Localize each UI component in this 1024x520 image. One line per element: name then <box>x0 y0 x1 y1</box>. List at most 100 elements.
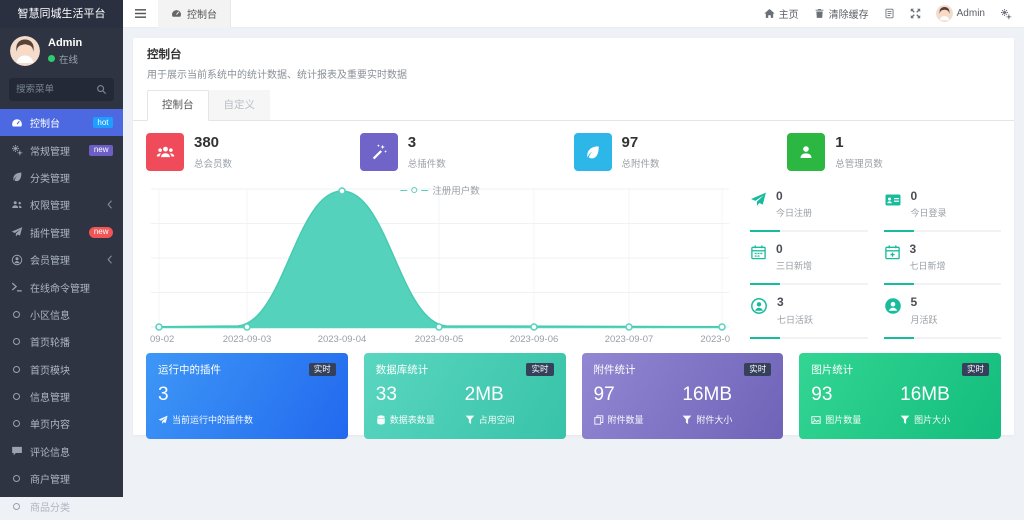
card-value2: 16MB <box>682 384 771 406</box>
chart-legend[interactable]: 注册用户数 <box>400 183 480 197</box>
sidebar-item-merchant[interactable]: 商户管理 <box>0 465 123 492</box>
leaf-icon <box>10 171 23 183</box>
sidebar-search <box>9 78 114 101</box>
sidebar-item-terminal[interactable]: 在线命令管理 <box>0 273 123 300</box>
sidebar-item-category[interactable]: 分类管理 <box>0 164 123 191</box>
stat-value: 3 <box>408 135 446 152</box>
realtime-badge: 实时 <box>962 363 989 376</box>
page-subtitle: 用于展示当前系统中的统计数据、统计报表及重要实时数据 <box>147 66 1000 81</box>
user-circle-icon <box>10 254 23 266</box>
mini-label: 三日新增 <box>776 259 812 272</box>
sidebar-item-home-carousel[interactable]: 首页轮播 <box>0 328 123 355</box>
sidebar-item-plugin[interactable]: 插件管理 new <box>0 219 123 246</box>
mini-stat-3day-new: 0 三日新增 <box>750 236 868 285</box>
tab-custom[interactable]: 自定义 <box>209 90 271 120</box>
sidebar-item-label: 分类管理 <box>30 170 70 185</box>
card-title: 图片统计 <box>811 362 853 377</box>
paper-plane-icon <box>10 226 23 238</box>
sidebar-item-label: 信息管理 <box>30 389 70 404</box>
sidebar-item-home-module[interactable]: 首页模块 <box>0 356 123 383</box>
mini-stat-today-login: 0 今日登录 <box>884 183 1002 232</box>
stat-total-admins: 1 总管理员数 <box>787 133 1001 171</box>
users-icon <box>10 199 23 211</box>
sidebar: 智慧同城生活平台 Admin 在线 <box>0 0 123 497</box>
card-value: 3 <box>158 384 250 406</box>
card-value2: 2MB <box>465 384 554 406</box>
hamburger-menu-icon[interactable] <box>123 8 158 19</box>
calendar-plus-icon <box>884 244 901 272</box>
avatar <box>936 5 953 22</box>
sidebar-item-member[interactable]: 会员管理 <box>0 246 123 273</box>
legend-line-icon <box>421 190 428 191</box>
user-name: Admin <box>957 8 985 19</box>
x-tick: 2023-09-03 <box>223 334 272 345</box>
hot-badge: hot <box>93 117 113 128</box>
card-value: 93 <box>811 384 900 406</box>
fullscreen-icon[interactable] <box>910 8 921 19</box>
x-tick: 2023-09-07 <box>605 334 654 345</box>
sidebar-item-info[interactable]: 信息管理 <box>0 383 123 410</box>
copy-icon <box>594 415 604 425</box>
circle-icon <box>10 338 23 345</box>
nav-tab-console[interactable]: 控制台 <box>158 0 231 28</box>
home-icon <box>764 8 775 19</box>
legend-marker-icon <box>411 187 417 193</box>
trash-icon <box>814 8 825 19</box>
sidebar-item-label: 单页内容 <box>30 416 70 431</box>
search-icon[interactable] <box>96 84 107 95</box>
settings-gears-icon[interactable] <box>1000 8 1012 20</box>
filter-icon <box>682 415 692 425</box>
stat-label: 总附件数 <box>622 156 660 170</box>
mini-value: 0 <box>776 243 812 256</box>
database-icon <box>376 415 386 425</box>
sidebar-item-label: 小区信息 <box>30 307 70 322</box>
card-attachment-stats: 附件统计 实时 97 16MB 附件数量 <box>582 353 784 439</box>
x-tick: 2023-09-04 <box>318 334 367 345</box>
mini-stat-7day-new: 3 七日新增 <box>884 236 1002 285</box>
new-badge: new <box>89 227 113 238</box>
home-link[interactable]: 主页 <box>764 6 799 21</box>
calendar-icon <box>750 244 767 272</box>
realtime-badge: 实时 <box>526 363 553 376</box>
sidebar-item-single-page[interactable]: 单页内容 <box>0 410 123 437</box>
sidebar-item-console[interactable]: 控制台 hot <box>0 109 123 136</box>
user-menu[interactable]: Admin <box>936 5 985 22</box>
circle-icon <box>10 420 23 427</box>
user-name: Admin <box>48 37 82 49</box>
realtime-badge: 实时 <box>744 363 771 376</box>
user-status-label: 在线 <box>59 52 78 66</box>
registered-users-chart[interactable]: 注册用户数 <box>146 181 734 349</box>
language-icon[interactable] <box>884 8 895 19</box>
sidebar-item-community[interactable]: 小区信息 <box>0 301 123 328</box>
mini-label: 七日活跃 <box>777 313 813 326</box>
mini-value: 0 <box>911 190 947 203</box>
tab-console[interactable]: 控制台 <box>147 90 209 121</box>
mini-value: 0 <box>776 190 812 203</box>
mini-stat-today-register: 0 今日注册 <box>750 183 868 232</box>
mini-label: 今日注册 <box>776 206 812 219</box>
mini-label: 今日登录 <box>911 206 947 219</box>
sidebar-item-label: 插件管理 <box>30 225 70 240</box>
mini-value: 5 <box>911 296 938 309</box>
card-foot-label: 附件大小 <box>696 413 732 426</box>
panel-tabs: 控制台 自定义 <box>133 90 1014 121</box>
sidebar-item-label: 控制台 <box>30 115 60 130</box>
sidebar-item-comments[interactable]: 评论信息 <box>0 438 123 465</box>
search-input[interactable] <box>16 84 96 95</box>
filter-icon <box>465 415 475 425</box>
area-chart-svg: 09-02 2023-09-03 2023-09-04 2023-09-05 2… <box>146 181 734 349</box>
sidebar-item-permission[interactable]: 权限管理 <box>0 191 123 218</box>
sidebar-user-panel[interactable]: Admin 在线 <box>0 28 123 72</box>
clear-cache-button[interactable]: 清除缓存 <box>814 6 869 21</box>
sidebar-item-general[interactable]: 常规管理 new <box>0 136 123 163</box>
id-card-icon <box>884 191 902 219</box>
sidebar-item-label: 常规管理 <box>30 143 70 158</box>
x-tick: 2023-09-06 <box>510 334 559 345</box>
sidebar-item-label: 商品分类 <box>30 499 70 514</box>
chevron-left-icon <box>107 255 113 264</box>
circle-icon <box>10 475 23 482</box>
card-foot-label: 占用空间 <box>479 413 515 426</box>
console-panel: 控制台 用于展示当前系统中的统计数据、统计报表及重要实时数据 控制台 自定义 3… <box>133 38 1014 435</box>
dashboard-icon <box>171 8 182 19</box>
user-icon <box>787 133 825 171</box>
